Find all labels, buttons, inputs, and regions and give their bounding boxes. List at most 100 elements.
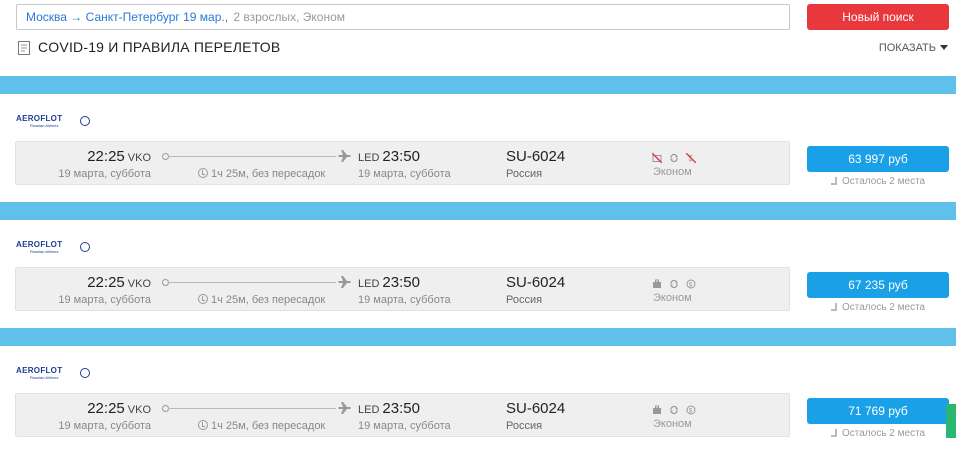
flight-duration-row: 1ч 25м, без пересадок (198, 168, 325, 180)
flight-number: SU-6024 (506, 148, 566, 165)
aeroflot-logo: AEROFLOT Russian Airlines (16, 366, 96, 384)
seats-left-text: Осталось 2 места (842, 176, 926, 187)
search-summary-field[interactable]: Москва → Санкт-Петербург 19 мар., 2 взро… (16, 4, 790, 30)
plane-icon (338, 276, 351, 288)
airline-emblem-icon (80, 368, 90, 378)
clock-icon (198, 294, 208, 304)
flight-card: AEROFLOT Russian Airlines 22:25 VKO 19 марта… (0, 94, 956, 202)
plane-icon (338, 402, 351, 414)
fare-conditions: $ (652, 402, 703, 415)
no-baggage-icon (651, 150, 663, 164)
airline-subtitle: Russian Airlines (30, 249, 59, 254)
flight-card: AEROFLOT Russian Airlines 22:25 VKO 19 марта… (0, 220, 956, 328)
flight-country: Россия (506, 294, 543, 306)
clock-icon (198, 420, 208, 430)
seats-left-text: Осталось 2 места (842, 428, 926, 439)
airline-subtitle: Russian Airlines (30, 123, 59, 128)
baggage-icon (652, 402, 662, 414)
price-button[interactable]: 63 997 руб (807, 146, 949, 172)
arrival-time: 23:50 (382, 148, 420, 165)
airline-subtitle: Russian Airlines (30, 375, 59, 380)
departure-time: 22:25 (87, 274, 125, 291)
departure-date: 19 марта, суббота (58, 420, 151, 432)
arrival-time-row: LED 23:50 (358, 148, 420, 165)
exchange-icon (669, 276, 679, 289)
route-line (168, 408, 336, 409)
departure-time-row: 22:25 VKO (87, 400, 151, 417)
fare-class: Эконом (653, 292, 692, 304)
flight-details[interactable]: 22:25 VKO 19 марта, суббота 1ч 25м, без пер… (15, 141, 790, 185)
price-button[interactable]: 67 235 руб (807, 272, 949, 298)
departure-airport-code: VKO (127, 152, 151, 164)
arrival-airport-code: LED (358, 278, 380, 290)
flight-number: SU-6024 (506, 400, 566, 417)
arrival-date: 19 марта, суббота (358, 168, 451, 180)
exchange-icon (669, 402, 679, 415)
fare-conditions: $ (652, 276, 703, 289)
airline-name: AEROFLOT (16, 240, 63, 249)
search-bar: Москва → Санкт-Петербург 19 мар., 2 взро… (0, 0, 956, 36)
departure-airport-code: VKO (127, 404, 151, 416)
seats-left-row: Осталось 2 места (831, 302, 925, 313)
search-route-text: Москва → Санкт-Петербург 19 мар., (26, 10, 229, 24)
flight-duration: 1ч 25м, без пересадок (211, 294, 326, 306)
flight-duration-row: 1ч 25м, без пересадок (198, 420, 325, 432)
search-details-text: 2 взрослых, Эконом (233, 10, 346, 24)
arrival-time: 23:50 (382, 400, 420, 417)
aeroflot-logo: AEROFLOT Russian Airlines (16, 114, 96, 132)
results-divider (0, 76, 956, 94)
airline-emblem-icon (80, 116, 90, 126)
departure-time: 22:25 (87, 148, 125, 165)
exchange-icon (669, 150, 679, 163)
refund-icon: $ (686, 276, 696, 289)
route-line (168, 282, 336, 283)
departure-time-row: 22:25 VKO (87, 274, 151, 291)
departure-airport-code: VKO (127, 278, 151, 290)
airline-name: AEROFLOT (16, 366, 63, 375)
plane-icon (338, 150, 351, 162)
flight-duration: 1ч 25м, без пересадок (211, 420, 326, 432)
arrival-time-row: LED 23:50 (358, 274, 420, 291)
arrival-time: 23:50 (382, 274, 420, 291)
arrival-airport-code: LED (358, 152, 380, 164)
show-toggle-label: ПОКАЗАТЬ (878, 42, 936, 54)
arrival-airport-code: LED (358, 404, 380, 416)
baggage-icon (652, 276, 662, 288)
flight-country: Россия (506, 168, 543, 180)
arrival-date: 19 марта, суббота (358, 420, 451, 432)
seats-left-text: Осталось 2 места (842, 302, 926, 313)
fare-conditions: $ (651, 150, 703, 164)
covid-section: COVID-19 И ПРАВИЛА ПЕРЕЛЕТОВ ПОКАЗАТЬ (0, 36, 956, 76)
flight-details[interactable]: 22:25 VKO 19 марта, суббота 1ч 25м, без пер… (15, 267, 790, 311)
departure-time-row: 22:25 VKO (87, 148, 151, 165)
route-line (168, 156, 336, 157)
fare-class: Эконом (653, 418, 692, 430)
new-search-button[interactable]: Новый поиск (807, 4, 949, 30)
seat-icon (831, 429, 837, 437)
departure-date: 19 марта, суббота (58, 168, 151, 180)
seat-icon (831, 177, 837, 185)
no-refund-icon: $ (685, 150, 697, 164)
show-covid-toggle[interactable]: ПОКАЗАТЬ (879, 42, 948, 54)
covid-title: COVID-19 И ПРАВИЛА ПЕРЕЛЕТОВ (38, 39, 281, 55)
chat-widget-tab[interactable] (946, 404, 956, 438)
flight-duration-row: 1ч 25м, без пересадок (198, 294, 325, 306)
document-icon (18, 41, 30, 55)
results-divider (0, 328, 956, 346)
refund-icon: $ (686, 402, 696, 415)
clock-icon (198, 168, 208, 178)
airline-name: AEROFLOT (16, 114, 63, 123)
airline-emblem-icon (80, 242, 90, 252)
caret-down-icon (940, 45, 948, 50)
flight-duration: 1ч 25м, без пересадок (211, 168, 326, 180)
departure-time: 22:25 (87, 400, 125, 417)
flight-number: SU-6024 (506, 274, 566, 291)
aeroflot-logo: AEROFLOT Russian Airlines (16, 240, 96, 258)
seats-left-row: Осталось 2 места (831, 176, 925, 187)
price-button[interactable]: 71 769 руб (807, 398, 949, 424)
results-divider (0, 202, 956, 220)
flight-details[interactable]: 22:25 VKO 19 марта, суббота 1ч 25м, без пер… (15, 393, 790, 437)
flight-country: Россия (506, 420, 543, 432)
arrival-date: 19 марта, суббота (358, 294, 451, 306)
seat-icon (831, 303, 837, 311)
